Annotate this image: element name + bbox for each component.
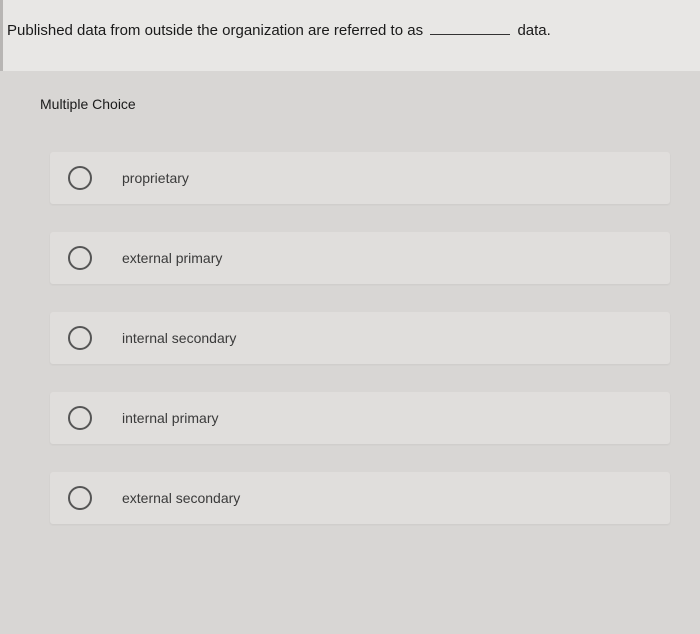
blank-line bbox=[430, 34, 510, 35]
radio-icon[interactable] bbox=[68, 406, 92, 430]
radio-icon[interactable] bbox=[68, 246, 92, 270]
radio-icon[interactable] bbox=[68, 166, 92, 190]
option-label: internal secondary bbox=[122, 330, 236, 346]
question-suffix: data. bbox=[517, 22, 550, 39]
section-label: Multiple Choice bbox=[40, 96, 700, 112]
answers-section: Multiple Choice proprietary external pri… bbox=[0, 71, 700, 524]
option-label: external secondary bbox=[122, 490, 240, 506]
question-container: Published data from outside the organiza… bbox=[0, 0, 700, 71]
radio-icon[interactable] bbox=[68, 326, 92, 350]
option-internal-primary[interactable]: internal primary bbox=[50, 392, 670, 444]
question-prefix: Published data from outside the organiza… bbox=[7, 22, 423, 39]
option-internal-secondary[interactable]: internal secondary bbox=[50, 312, 670, 364]
option-label: internal primary bbox=[122, 410, 218, 426]
option-proprietary[interactable]: proprietary bbox=[50, 152, 670, 204]
option-label: proprietary bbox=[122, 170, 189, 186]
option-external-primary[interactable]: external primary bbox=[50, 232, 670, 284]
option-external-secondary[interactable]: external secondary bbox=[50, 472, 670, 524]
radio-icon[interactable] bbox=[68, 486, 92, 510]
question-text: Published data from outside the organiza… bbox=[7, 20, 690, 41]
options-list: proprietary external primary internal se… bbox=[40, 152, 700, 524]
option-label: external primary bbox=[122, 250, 222, 266]
